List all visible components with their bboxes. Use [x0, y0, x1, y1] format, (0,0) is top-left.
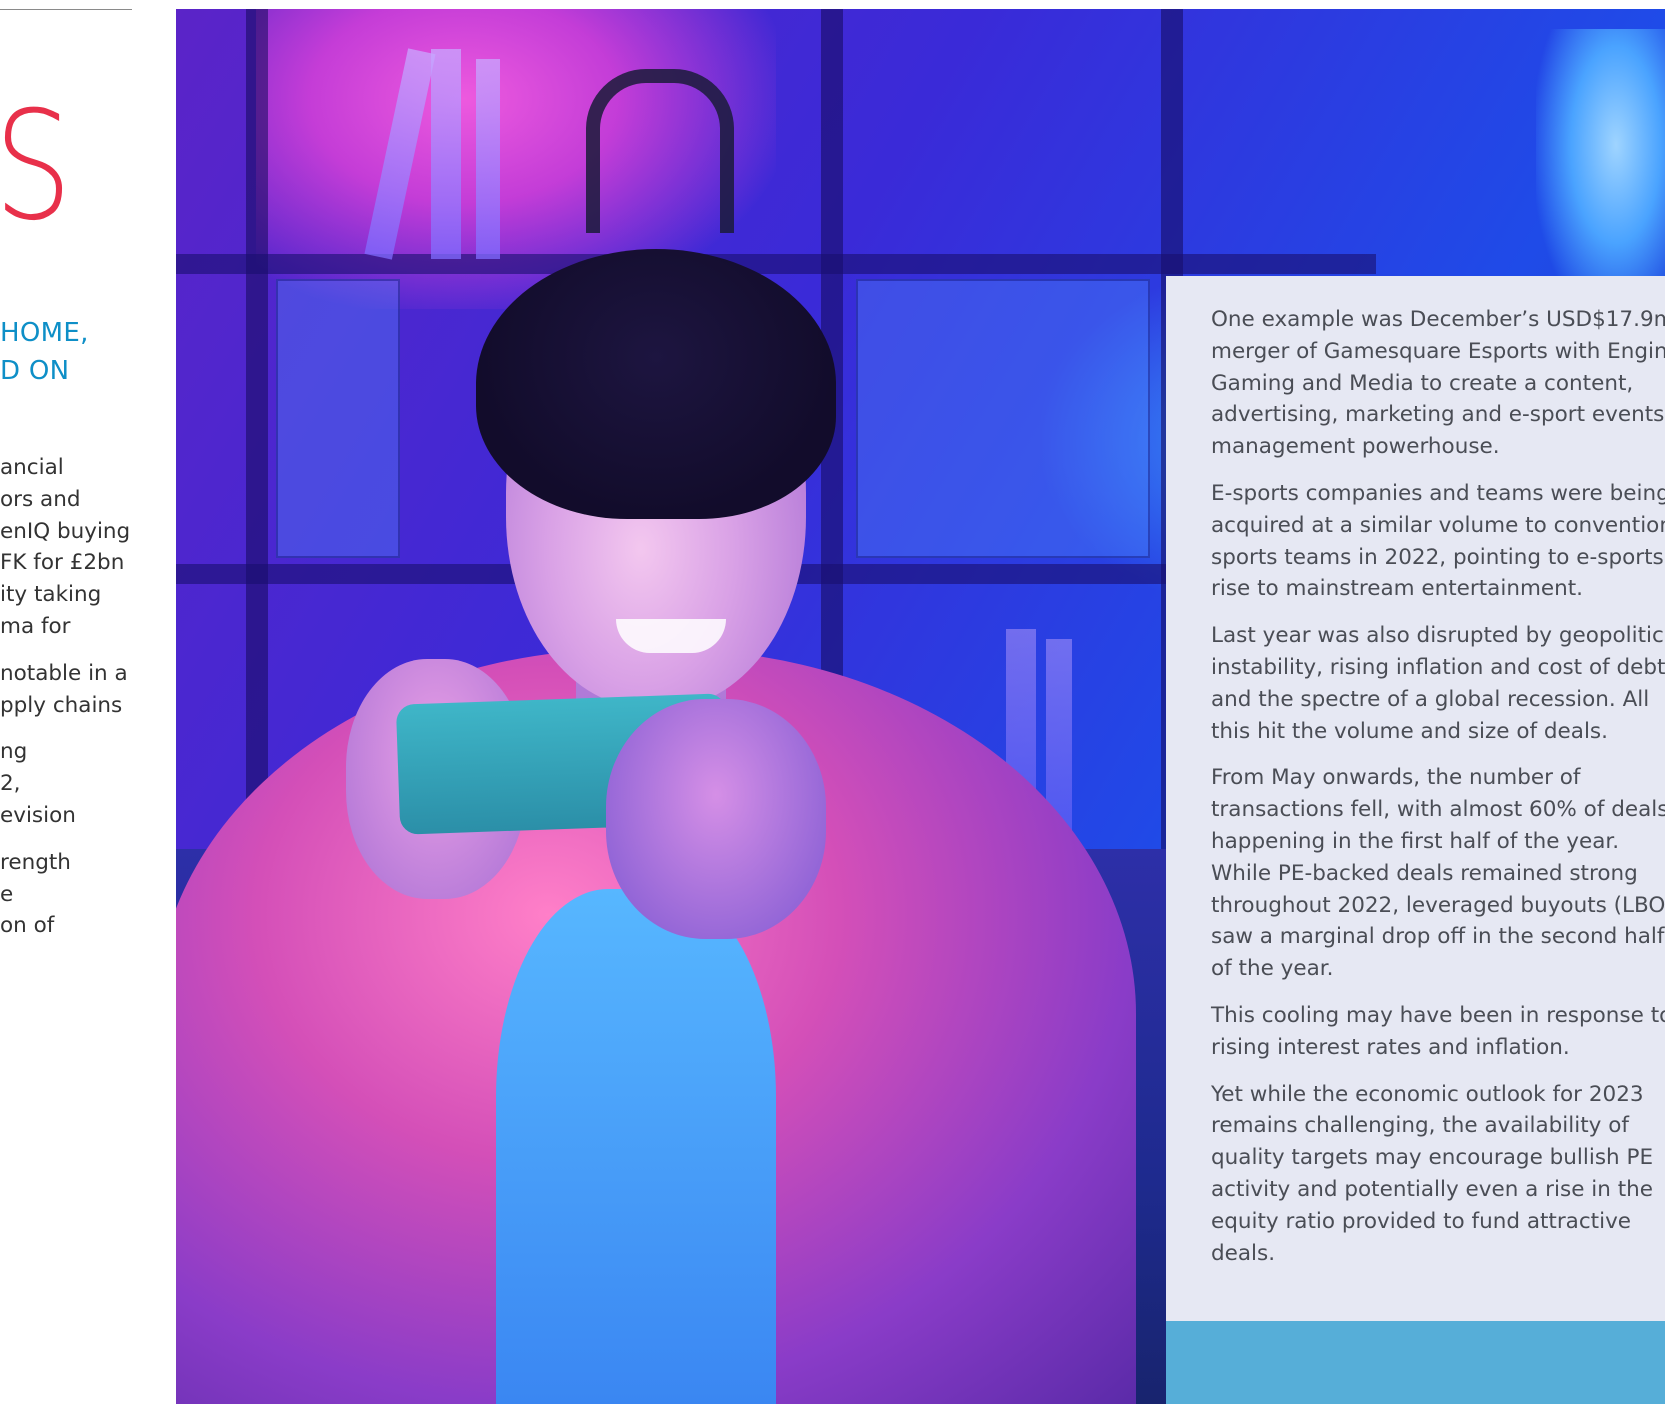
text-line: on of — [0, 913, 55, 939]
card-paragraph: This cooling may have been in response t… — [1211, 1000, 1665, 1064]
text-line: of the year. — [1211, 956, 1334, 982]
book — [431, 49, 461, 259]
text-line: management powerhouse. — [1211, 434, 1500, 460]
text-line: notable in a — [0, 660, 128, 686]
text-line: this hit the volume and size of deals. — [1211, 718, 1608, 744]
text-line: 2, — [0, 771, 21, 797]
shelf-board — [176, 254, 1376, 274]
smile — [616, 619, 726, 653]
card-paragraph: Yet while the economic outlook for 2023 … — [1211, 1079, 1665, 1270]
headphones-decor — [586, 69, 734, 233]
card-paragraph: E-sports companies and teams were being … — [1211, 478, 1665, 605]
text-line: and the spectre of a global recession. A… — [1211, 686, 1650, 712]
section-title-letter: S — [0, 80, 73, 254]
right-hand — [606, 699, 826, 939]
text-line: remains challenging, the availability of — [1211, 1113, 1629, 1139]
text-line: evision — [0, 802, 76, 828]
shelf-cube — [276, 279, 400, 558]
text-line: advertising, marketing and e-sport event… — [1211, 402, 1665, 428]
text-line: rising interest rates and inflation. — [1211, 1034, 1570, 1060]
card-paragraph: One example was December’s USD$17.9m mer… — [1211, 304, 1665, 463]
text-line: ors and — [0, 486, 81, 512]
text-line: ng — [0, 739, 28, 765]
text-line: ity taking — [0, 582, 102, 608]
text-line: instability, rising inflation and cost o… — [1211, 654, 1665, 680]
text-card: One example was December’s USD$17.9m mer… — [1166, 276, 1665, 1321]
left-heading: HOME, D ON — [0, 314, 176, 390]
left-paragraph: rength e on of — [0, 847, 176, 942]
book — [476, 59, 500, 259]
text-line: Yet while the economic outlook for 2023 — [1211, 1081, 1644, 1107]
text-line: This cooling may have been in response t… — [1211, 1002, 1665, 1028]
card-paragraph: From May onwards, the number of transact… — [1211, 762, 1665, 985]
hair — [476, 249, 836, 519]
text-line: Last year was also disrupted by geopolit… — [1211, 623, 1665, 649]
text-line: e — [0, 881, 14, 907]
left-paragraph: notable in a pply chains — [0, 658, 176, 722]
left-paragraph: ng 2, evision — [0, 736, 176, 831]
text-line: transactions fell, with almost 60% of de… — [1211, 797, 1665, 823]
text-line: happening in the first half of the year. — [1211, 828, 1620, 854]
text-line: From May onwards, the number of — [1211, 765, 1581, 791]
text-line: quality targets may encourage bullish PE — [1211, 1145, 1654, 1171]
top-rule-divider — [0, 9, 132, 10]
text-line: enIQ buying — [0, 518, 131, 544]
text-line: acquired at a similar volume to conventi… — [1211, 512, 1665, 538]
shelf-upright — [246, 9, 268, 869]
text-line: ancial — [0, 455, 64, 480]
shelf-cube — [856, 279, 1150, 558]
blue-tshirt — [496, 889, 776, 1404]
text-line: sports teams in 2022, pointing to e-spor… — [1211, 544, 1665, 570]
left-text-column: S HOME, D ON ancial ors and enIQ buying … — [0, 0, 176, 1404]
text-line: saw a marginal drop off in the second ha… — [1211, 924, 1665, 950]
left-heading-line: D ON — [0, 356, 70, 386]
left-paragraph: ancial ors and enIQ buying FK for £2bn i… — [0, 452, 176, 643]
text-line: One example was December’s USD$17.9m — [1211, 307, 1665, 332]
text-line: pply chains — [0, 692, 123, 718]
text-line: merger of Gamesquare Esports with Engine — [1211, 338, 1665, 364]
text-line: throughout 2022, leveraged buyouts (LBOs… — [1211, 892, 1665, 918]
document-page: S HOME, D ON ancial ors and enIQ buying … — [0, 0, 1665, 1404]
text-line: Gaming and Media to create a content, — [1211, 370, 1634, 396]
text-line: ma for — [0, 613, 71, 639]
text-line: E-sports companies and teams were being — [1211, 480, 1665, 506]
left-body-text: ancial ors and enIQ buying FK for £2bn i… — [0, 452, 176, 957]
card-paragraph: Last year was also disrupted by geopolit… — [1211, 620, 1665, 747]
left-heading-line: HOME, — [0, 318, 89, 348]
card-body-text: One example was December’s USD$17.9m mer… — [1211, 304, 1665, 1284]
text-line: rise to mainstream entertainment. — [1211, 576, 1584, 602]
card-accent-band — [1166, 1321, 1665, 1404]
text-line: equity ratio provided to fund attractive — [1211, 1208, 1632, 1234]
text-line: rength — [0, 849, 71, 875]
text-line: activity and potentially even a rise in … — [1211, 1176, 1653, 1202]
text-line: deals. — [1211, 1240, 1276, 1266]
text-line: While PE-backed deals remained strong — [1211, 860, 1638, 886]
text-line: FK for £2bn — [0, 550, 125, 576]
